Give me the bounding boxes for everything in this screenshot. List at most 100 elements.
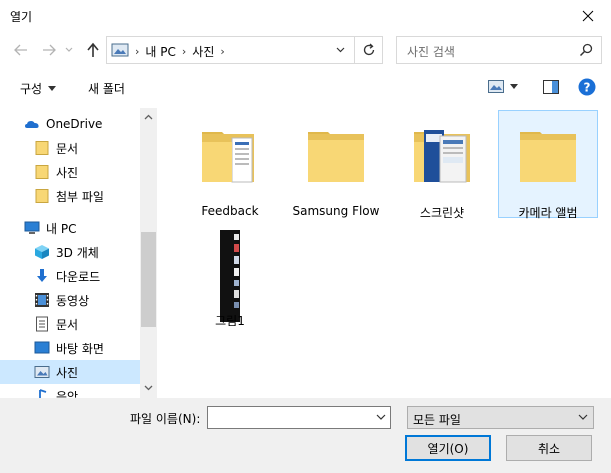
forward-button[interactable] <box>38 39 60 61</box>
folder-icon <box>35 189 49 203</box>
up-button[interactable] <box>82 39 104 61</box>
crumb-separator: › <box>135 45 140 58</box>
arrow-up-icon <box>87 42 99 57</box>
folder-icon <box>35 165 49 179</box>
new-folder-label: 새 폴더 <box>88 82 125 96</box>
computer-icon <box>24 221 40 234</box>
sidebar-item-onedrive-documents[interactable]: 문서 <box>0 136 140 160</box>
crumb-separator: › <box>181 45 187 58</box>
arrow-right-icon <box>43 44 56 56</box>
recent-locations-button[interactable] <box>62 39 76 61</box>
filename-label: 파일 이름(N): <box>130 412 201 426</box>
refresh-button[interactable] <box>354 37 382 63</box>
breadcrumb-pictures[interactable]: 사진 <box>192 43 214 60</box>
folder-name: Feedback <box>201 204 259 218</box>
sidebar-item-label: 바탕 화면 <box>56 341 104 356</box>
back-button[interactable] <box>10 39 32 61</box>
sidebar-item-label: 문서 <box>56 317 79 332</box>
music-note-icon <box>39 389 47 398</box>
caret-down-icon <box>510 84 518 89</box>
title-bar: 열기 <box>0 0 611 31</box>
sidebar-scrollbar[interactable] <box>140 108 156 398</box>
svg-text:?: ? <box>584 81 591 95</box>
sidebar-item-label: 첨부 파일 <box>56 189 104 204</box>
file-list: Feedback Samsung Flow 스크린샷 카메라 앨범 그림1 <box>158 108 611 398</box>
scroll-up-button[interactable] <box>140 108 156 125</box>
folder-with-screenshots-icon <box>414 130 470 183</box>
chevron-down-icon <box>578 414 588 420</box>
pictures-location-icon <box>111 43 129 57</box>
folder-item[interactable]: 카메라 앨범 <box>498 110 598 220</box>
sidebar-item-desktop[interactable]: 바탕 화면 <box>0 336 140 360</box>
pictures-icon <box>34 366 50 378</box>
window-title: 열기 <box>10 10 33 24</box>
folder-with-documents-icon <box>202 132 254 183</box>
sidebar-item-label: 동영상 <box>56 293 90 308</box>
chevron-down-icon <box>336 47 344 53</box>
chevron-down-icon <box>65 47 73 52</box>
address-dropdown-button[interactable] <box>326 37 354 63</box>
preview-pane-button[interactable] <box>543 80 559 94</box>
arrow-left-icon <box>14 44 27 56</box>
view-large-icons-icon <box>488 80 504 93</box>
download-arrow-icon <box>37 269 47 282</box>
sidebar-item-pictures[interactable]: 사진 <box>0 360 140 384</box>
folder-icon <box>35 141 49 155</box>
sidebar-item-label: 3D 개체 <box>56 245 99 260</box>
sidebar-item-label: 사진 <box>56 165 79 180</box>
folder-icon <box>520 132 576 182</box>
folder-icon <box>308 132 364 182</box>
sidebar-item-label: 사진 <box>56 365 79 380</box>
navigation-pane: OneDrive 문서 사진 첨부 파일 내 PC 3D 개체 다운로드 동영상… <box>0 108 157 398</box>
organize-label: 구성 <box>20 82 43 96</box>
onedrive-cloud-icon <box>25 121 39 128</box>
sidebar-item-downloads[interactable]: 다운로드 <box>0 264 140 288</box>
cancel-button[interactable]: 취소 <box>506 435 592 461</box>
sidebar-item-attachments[interactable]: 첨부 파일 <box>0 184 140 208</box>
sidebar-item-label: OneDrive <box>46 117 103 131</box>
scroll-thumb[interactable] <box>141 232 156 327</box>
help-button[interactable]: ? <box>578 78 596 96</box>
caret-down-icon <box>48 86 57 91</box>
sidebar-item-documents[interactable]: 문서 <box>0 312 140 336</box>
sidebar-item-onedrive-pictures[interactable]: 사진 <box>0 160 140 184</box>
search-box[interactable]: 사진 검색 <box>396 36 602 64</box>
sidebar-item-this-pc[interactable]: 내 PC <box>0 216 140 240</box>
film-strip-icon <box>35 293 49 307</box>
breadcrumb-this-pc[interactable]: 내 PC <box>145 43 175 60</box>
address-bar[interactable]: › 내 PC › 사진 › <box>106 36 383 64</box>
filename-input[interactable] <box>207 406 391 429</box>
folder-name: 스크린샷 <box>419 206 465 220</box>
folder-item[interactable]: Samsung Flow <box>286 112 386 220</box>
file-type-value: 모든 파일 <box>413 413 461 427</box>
new-folder-button[interactable]: 새 폴더 <box>88 80 125 97</box>
folder-name: 카메라 앨범 <box>518 206 578 220</box>
cube-3d-icon <box>35 245 49 259</box>
sidebar-item-onedrive[interactable]: OneDrive <box>0 112 140 136</box>
chevron-down-icon <box>144 385 153 390</box>
file-item[interactable]: 그림1 <box>180 226 280 334</box>
document-icon <box>36 316 48 332</box>
refresh-icon <box>363 43 374 56</box>
organize-button[interactable]: 구성 <box>20 80 57 97</box>
help-icon: ? <box>578 78 596 96</box>
view-options-button[interactable] <box>488 80 518 93</box>
chevron-down-icon[interactable] <box>376 411 386 423</box>
cancel-button-label: 취소 <box>537 441 561 456</box>
sidebar-item-3d-objects[interactable]: 3D 개체 <box>0 240 140 264</box>
sidebar-item-label: 다운로드 <box>56 269 101 284</box>
sidebar-item-label: 내 PC <box>46 221 77 236</box>
search-input[interactable]: 사진 검색 <box>407 43 455 60</box>
desktop-icon <box>34 341 50 354</box>
file-type-select[interactable]: 모든 파일 <box>407 406 594 429</box>
folder-item[interactable]: Feedback <box>180 112 280 220</box>
sidebar-item-music[interactable]: 음악 <box>0 384 140 398</box>
chevron-up-icon <box>144 114 153 119</box>
scroll-down-button[interactable] <box>140 379 156 396</box>
preview-pane-icon <box>543 80 559 94</box>
open-button[interactable]: 열기(O) <box>405 435 491 461</box>
dialog-footer: 파일 이름(N): 모든 파일 열기(O) 취소 <box>0 398 611 473</box>
sidebar-item-videos[interactable]: 동영상 <box>0 288 140 312</box>
close-button[interactable] <box>565 0 611 31</box>
folder-item[interactable]: 스크린샷 <box>392 112 492 220</box>
